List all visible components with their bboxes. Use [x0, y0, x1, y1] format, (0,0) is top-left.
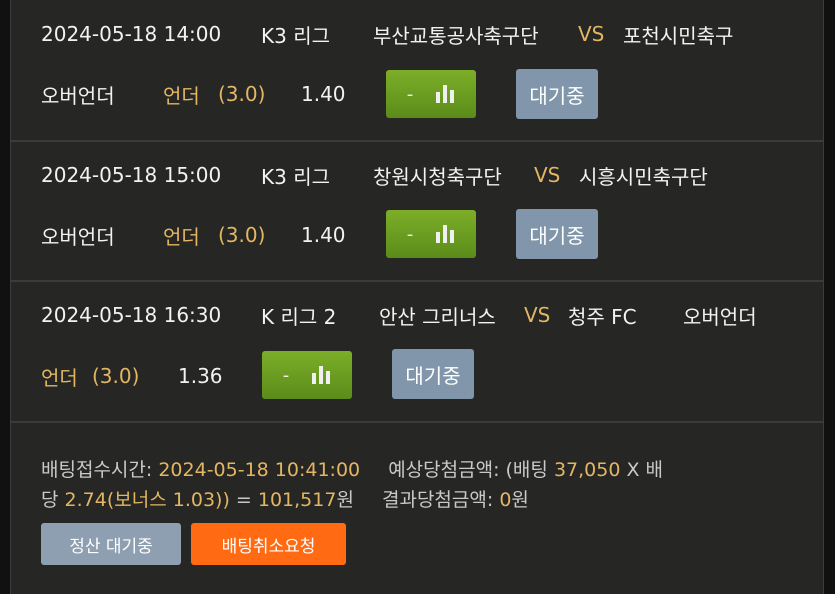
status-waiting-button[interactable]: 대기중	[392, 349, 474, 399]
bar-chart-icon	[436, 225, 455, 243]
match-datetime: 2024-05-18 14:00	[41, 22, 222, 46]
stats-button[interactable]: -	[386, 70, 476, 118]
pick-line-value: (3.0)	[92, 364, 140, 388]
multiply-label-cont: 당	[41, 489, 59, 511]
pick-side: 언더	[163, 224, 200, 249]
receipt-time-label: 배팅접수시간:	[41, 459, 153, 481]
pick-line-value: (3.0)	[218, 223, 266, 247]
pick-odds: 1.40	[301, 82, 346, 106]
pick-odds: 1.40	[301, 223, 346, 247]
away-team: 포천시민축구	[623, 23, 734, 48]
vs-label: VS	[534, 163, 561, 187]
multiply-label: X 배	[626, 459, 664, 481]
home-team: 부산교통공사축구단	[373, 23, 539, 48]
vs-label: VS	[578, 22, 605, 46]
equals-sign: =	[235, 489, 252, 511]
bet-history-panel: 2024-05-18 14:00 K3 리그 부산교통공사축구단 VS 포천시민…	[10, 0, 824, 594]
pick-side: 언더	[163, 83, 200, 108]
league-name: K3 리그	[261, 164, 330, 189]
expected-payout-value: 101,517	[257, 489, 337, 511]
result-payout-value: 0	[499, 489, 512, 511]
market-type: 오버언더	[41, 224, 115, 249]
pick-odds: 1.36	[178, 364, 223, 388]
currency-won: 원	[336, 489, 354, 511]
status-waiting-button[interactable]: 대기중	[516, 69, 598, 119]
away-team: 시흥시민축구단	[579, 164, 708, 189]
status-waiting-button[interactable]: 대기중	[516, 209, 598, 259]
total-odds: 2.74(보너스 1.03))	[64, 489, 230, 511]
match-line: 2024-05-18 14:00 K3 리그 부산교통공사축구단 VS 포천시민…	[11, 18, 823, 50]
market-type: 오버언더	[683, 304, 757, 329]
score-dash: -	[282, 364, 290, 386]
settlement-waiting-button[interactable]: 정산 대기중	[41, 523, 181, 565]
pick-side: 언더	[41, 365, 78, 390]
bar-chart-icon	[436, 85, 455, 103]
bet-card: 2024-05-18 14:00 K3 리그 부산교통공사축구단 VS 포천시민…	[11, 0, 823, 142]
match-line: 2024-05-18 15:00 K3 리그 창원시청축구단 VS 시흥시민축구…	[11, 159, 823, 191]
match-datetime: 2024-05-18 15:00	[41, 163, 222, 187]
match-datetime: 2024-05-18 16:30	[41, 303, 222, 327]
market-type: 오버언더	[41, 83, 115, 108]
score-dash: -	[406, 83, 414, 105]
home-team: 창원시청축구단	[373, 164, 502, 189]
match-line: 2024-05-18 16:30 K 리그 2 안산 그리너스 VS 청주 FC…	[11, 299, 823, 331]
league-name: K 리그 2	[261, 304, 337, 329]
bet-card: 2024-05-18 15:00 K3 리그 창원시청축구단 VS 시흥시민축구…	[11, 142, 823, 282]
summary-text: 배팅접수시간: 2024-05-18 10:41:00 예상당첨금액: (배팅 …	[41, 455, 761, 515]
cancel-bet-request-button[interactable]: 배팅취소요청	[191, 523, 346, 565]
expected-payout-label: 예상당첨금액: (배팅	[388, 459, 548, 481]
bar-chart-icon	[312, 366, 331, 384]
league-name: K3 리그	[261, 23, 330, 48]
bet-summary: 배팅접수시간: 2024-05-18 10:41:00 예상당첨금액: (배팅 …	[11, 425, 823, 594]
stake-amount: 37,050	[553, 459, 621, 481]
score-dash: -	[406, 223, 414, 245]
vs-label: VS	[524, 303, 551, 327]
away-team: 청주 FC	[568, 304, 637, 329]
home-team: 안산 그리너스	[379, 304, 496, 329]
stats-button[interactable]: -	[262, 351, 352, 399]
receipt-time-value: 2024-05-18 10:41:00	[158, 459, 361, 481]
currency-won: 원	[511, 489, 529, 511]
pick-line-value: (3.0)	[218, 82, 266, 106]
result-payout-label: 결과당첨금액:	[381, 489, 494, 511]
bet-card: 2024-05-18 16:30 K 리그 2 안산 그리너스 VS 청주 FC…	[11, 282, 823, 423]
stats-button[interactable]: -	[386, 210, 476, 258]
